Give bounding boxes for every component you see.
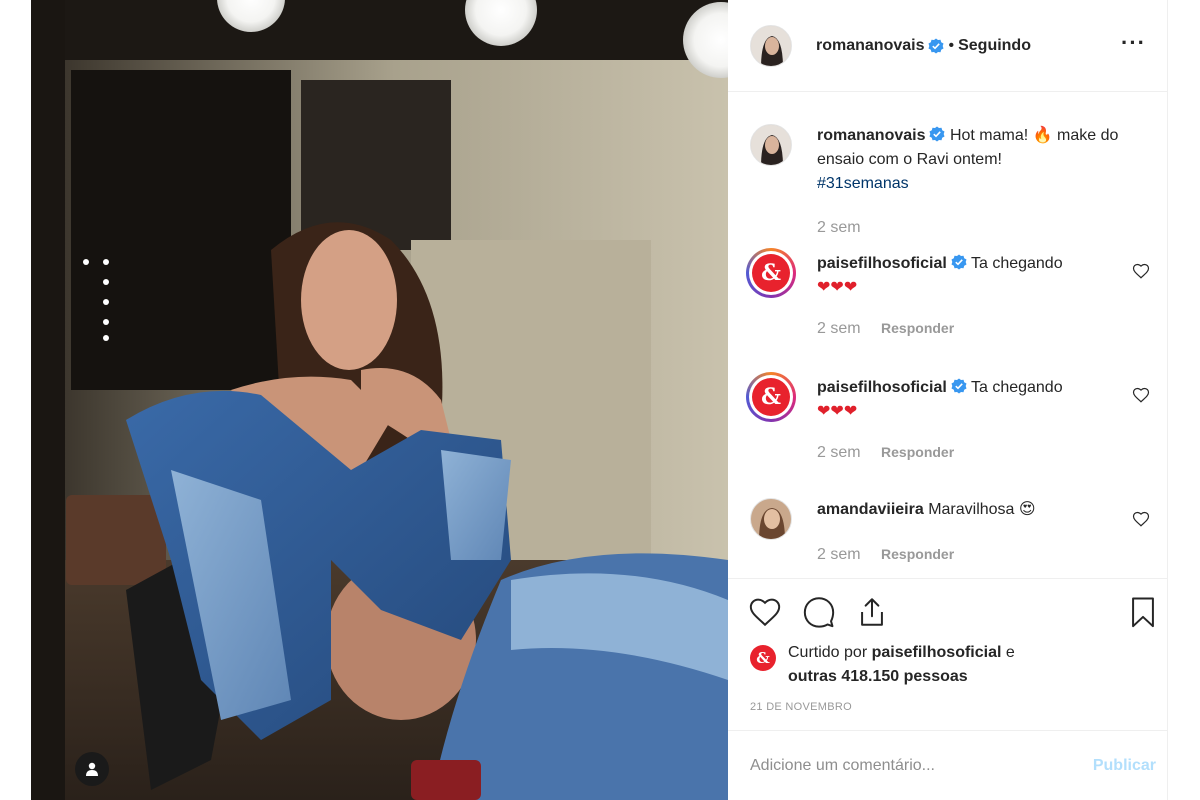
verified-badge-icon [929, 126, 945, 142]
liked-by-prefix: Curtido por [788, 644, 868, 661]
commenter-avatar[interactable] [750, 498, 792, 540]
caption-username[interactable]: romananovais [817, 127, 925, 144]
caption-hashtag[interactable]: #31semanas [817, 175, 909, 192]
comment-username[interactable]: paisefilhosoficial [817, 379, 947, 396]
share-icon[interactable] [855, 595, 889, 629]
heart-icon[interactable] [1132, 386, 1150, 404]
more-options-icon[interactable]: ··· [1121, 30, 1146, 56]
heart-icon[interactable] [1132, 510, 1150, 528]
add-comment-form: Publicar [728, 730, 1168, 800]
separator-dot: • [948, 36, 955, 54]
comment-input[interactable] [750, 756, 1083, 775]
follow-status-button[interactable]: Seguindo [958, 37, 1031, 55]
commenter-avatar[interactable]: & [746, 248, 796, 298]
verified-badge-icon [951, 378, 967, 394]
liked-by-user[interactable]: paisefilhosoficial [872, 644, 1002, 661]
comment-emojis: ❤❤❤ [817, 279, 858, 296]
commenter-avatar[interactable]: & [746, 372, 796, 422]
liked-by-others[interactable]: outras 418.150 pessoas [788, 668, 968, 685]
reply-button[interactable]: Responder [881, 320, 954, 336]
comment-text: Maravilhosa 😍 [928, 501, 1036, 518]
verified-badge-icon [928, 38, 944, 53]
post-image [31, 0, 728, 800]
liked-by-connector: e [1005, 644, 1015, 661]
user-tag-button[interactable] [75, 752, 109, 786]
post-actions: & Curtido por paisefilhosoficial e outra… [728, 578, 1168, 730]
reply-button[interactable]: Responder [881, 546, 954, 562]
caption-time[interactable]: 2 sem [817, 219, 861, 236]
reply-button[interactable]: Responder [881, 444, 954, 460]
author-avatar[interactable] [750, 24, 792, 67]
comment-time[interactable]: 2 sem [817, 444, 861, 461]
liked-by: & Curtido por paisefilhosoficial e outra… [750, 641, 1015, 689]
heart-icon[interactable] [1132, 262, 1150, 280]
post-side-panel: romananovais • Seguindo ··· romananovais… [728, 0, 1168, 800]
post-photo[interactable] [31, 0, 728, 800]
post-date[interactable]: 21 DE NOVEMBRO [750, 701, 852, 713]
comment-text: Ta chegando [970, 379, 1063, 396]
comment-time[interactable]: 2 sem [817, 546, 861, 563]
publish-button[interactable]: Publicar [1093, 757, 1156, 775]
comment-text: Ta chegando [970, 255, 1063, 272]
brand-logo: & [752, 378, 790, 416]
comment-username[interactable]: amandaviieira [817, 501, 924, 518]
author-username[interactable]: romananovais [816, 37, 924, 55]
caption-author-avatar[interactable] [750, 124, 792, 166]
comment-emojis: ❤❤❤ [817, 403, 858, 420]
user-tag-icon [86, 762, 98, 776]
brand-logo: & [752, 254, 790, 292]
heart-icon[interactable] [748, 595, 782, 629]
comment-icon[interactable] [802, 595, 836, 629]
comment-username[interactable]: paisefilhosoficial [817, 255, 947, 272]
verified-badge-icon [951, 254, 967, 270]
post-header: romananovais • Seguindo ··· [728, 0, 1168, 92]
bookmark-icon[interactable] [1126, 595, 1160, 629]
comment-time[interactable]: 2 sem [817, 320, 861, 337]
liker-avatar[interactable]: & [750, 645, 776, 671]
